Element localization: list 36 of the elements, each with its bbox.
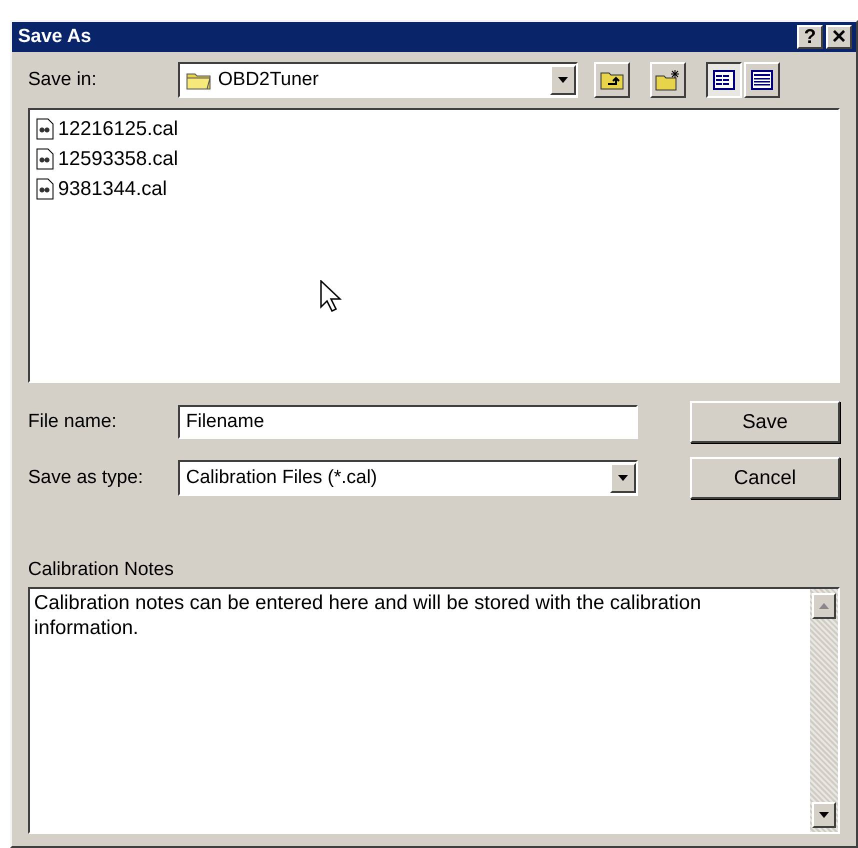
notes-field[interactable]: Calibration notes can be entered here and will be stored with the calibration information. bbox=[28, 587, 840, 834]
list-view-button[interactable] bbox=[706, 62, 742, 98]
save-in-dropdown[interactable]: OBD2Tuner bbox=[178, 62, 578, 98]
down-arrow-icon bbox=[819, 812, 829, 818]
save-button[interactable]: Save bbox=[690, 401, 840, 443]
file-item[interactable]: 12216125.cal bbox=[36, 114, 178, 144]
new-folder-icon bbox=[655, 69, 681, 91]
list-view-icon bbox=[713, 70, 735, 90]
cancel-button[interactable]: Cancel bbox=[690, 457, 840, 499]
file-item[interactable]: 12593358.cal bbox=[36, 144, 178, 174]
new-folder-button[interactable] bbox=[650, 62, 686, 98]
window-title: Save As bbox=[18, 26, 92, 48]
help-button[interactable]: ? bbox=[797, 25, 823, 49]
details-view-icon bbox=[751, 70, 773, 90]
up-arrow-icon bbox=[819, 603, 829, 609]
caret-icon bbox=[618, 475, 628, 481]
up-button[interactable] bbox=[594, 62, 630, 98]
save-as-type-dropdown[interactable]: Calibration Files (*.cal) bbox=[178, 460, 638, 496]
dropdown-button[interactable] bbox=[550, 65, 576, 95]
save-as-type-label: Save as type: bbox=[28, 467, 144, 489]
file-icon bbox=[36, 148, 54, 170]
details-view-button[interactable] bbox=[744, 62, 780, 98]
file-item[interactable]: 9381344.cal bbox=[36, 174, 167, 204]
caret-icon bbox=[558, 77, 568, 83]
up-folder-icon bbox=[600, 70, 624, 90]
file-name-field[interactable]: Filename bbox=[178, 405, 638, 439]
notes-label: Calibration Notes bbox=[28, 559, 175, 581]
save-in-label: Save in: bbox=[28, 69, 98, 91]
file-icon bbox=[36, 178, 54, 200]
pointer-icon bbox=[320, 280, 342, 312]
dropdown-button[interactable] bbox=[610, 463, 636, 493]
scroll-up-button[interactable] bbox=[812, 593, 836, 619]
file-name-label: File name: bbox=[28, 411, 118, 433]
file-icon bbox=[36, 118, 54, 140]
scroll-down-button[interactable] bbox=[812, 802, 836, 828]
close-button[interactable]: × bbox=[826, 25, 852, 49]
